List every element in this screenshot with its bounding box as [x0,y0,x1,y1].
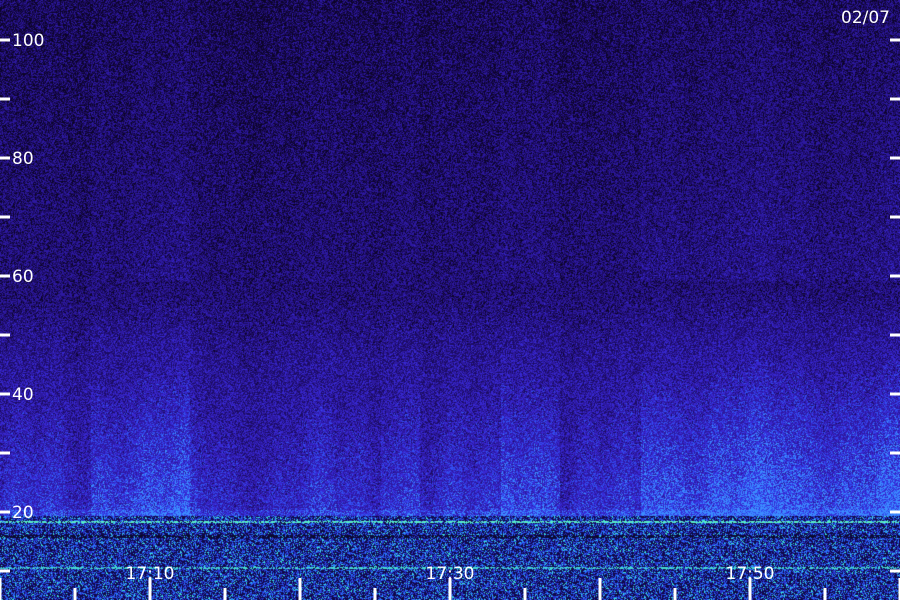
y-tick-label: 100 [12,31,44,51]
date-label: 02/07 [841,8,890,28]
x-axis: 17:10 17:30 17:50 [0,564,900,600]
x-tick-label: 17:10 [126,564,175,584]
y-tick-label: 60 [12,267,34,287]
y-tick-label: 40 [12,385,34,405]
x-tick-label: 17:50 [726,564,775,584]
y-tick-label: 80 [12,149,34,169]
y-tick-label: 20 [12,503,34,523]
spectrogram-chart: 20 40 60 80 100 17:10 17:30 17:50 02/07 [0,0,900,600]
axis-overlay: 20 40 60 80 100 17:10 17:30 17:50 02/07 [0,8,900,600]
y-axis: 20 40 60 80 100 [0,31,900,573]
x-tick-label: 17:30 [426,564,475,584]
